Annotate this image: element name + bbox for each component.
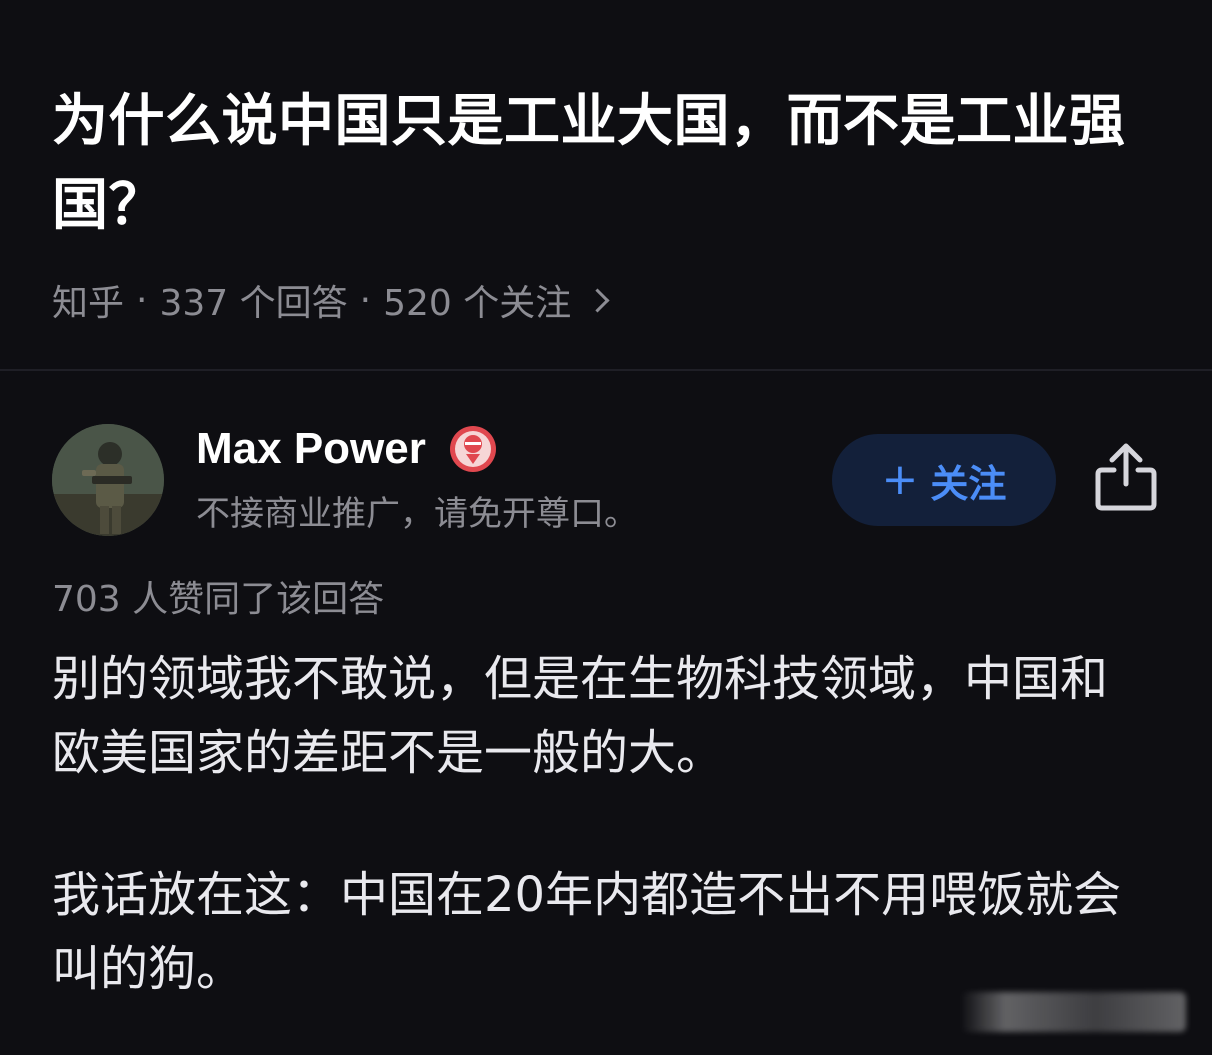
vote-count: 703 人赞同了该回答 (52, 579, 385, 620)
author-bio: 不接商业推广，请免开尊口。 (196, 494, 638, 534)
followers-count: 520 个关注 (383, 283, 572, 324)
author-name-row: Max Power (196, 424, 498, 474)
follow-label: 关注 (930, 461, 1007, 506)
watermark (960, 992, 1186, 1032)
follow-button[interactable]: + 关注 (832, 434, 1056, 526)
question-header: 为什么说中国只是工业大国，而不是工业强国？ 知乎 · 337 个回答 · 520… (52, 80, 1152, 326)
avatar-soldier-icon (52, 424, 164, 536)
meta-separator: · (359, 279, 372, 321)
author-name[interactable]: Max Power (196, 424, 426, 474)
chevron-right-icon[interactable] (585, 287, 610, 313)
plus-icon: + (881, 454, 919, 505)
section-divider (0, 369, 1212, 371)
author-row: Max Power 不接商业推广，请免开尊口。 + 关注 (52, 424, 1162, 536)
answer-paragraph: 别的领域我不敢说，但是在生物科技领域，中国和欧美国家的差距不是一般的大。 (52, 651, 1109, 781)
answers-count: 337 个回答 (159, 283, 348, 324)
share-icon[interactable] (1092, 440, 1160, 512)
avatar[interactable] (52, 424, 164, 536)
answer-body[interactable]: 别的领域我不敢说，但是在生物科技领域，中国和欧美国家的差距不是一般的大。 我话放… (52, 642, 1152, 1006)
question-meta[interactable]: 知乎 · 337 个回答 · 520 个关注 (52, 274, 1152, 326)
badge-icon (449, 426, 496, 472)
question-title[interactable]: 为什么说中国只是工业大国，而不是工业强国？ (52, 80, 1152, 248)
meta-separator: · (136, 279, 148, 321)
source-label: 知乎 (52, 283, 125, 324)
answer-paragraph: 我话放在这：中国在20年内都造不出不用喂饭就会叫的狗。 (52, 867, 1122, 997)
